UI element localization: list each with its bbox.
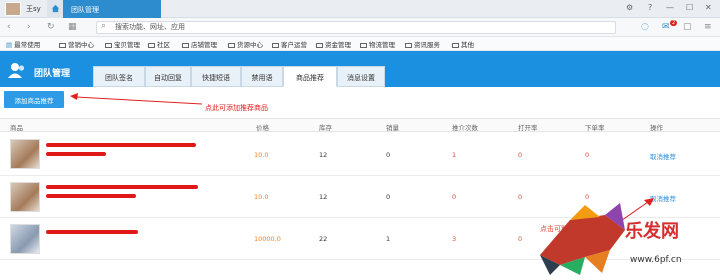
apps-icon[interactable]: ▢ — [683, 22, 692, 32]
tab-team-management[interactable]: 团队管理 — [63, 0, 161, 18]
bookmark-sourcing[interactable]: 货源中心 — [228, 39, 263, 49]
stock: 22 — [319, 235, 328, 243]
help-icon[interactable]: ? — [648, 3, 652, 12]
tab-auto-reply[interactable]: 自动回复 — [145, 66, 191, 87]
search-icon: ⌕ — [101, 21, 107, 31]
price: 10.0 — [254, 193, 269, 201]
folder-icon — [272, 43, 279, 48]
message-badge: 2 — [670, 20, 678, 26]
bookmark-products[interactable]: 宝贝管理 — [105, 39, 140, 49]
folder-icon — [228, 43, 235, 48]
open-rate: 0 — [518, 235, 523, 243]
col-action: 操作 — [650, 124, 663, 132]
redacted-title — [46, 143, 196, 147]
stock: 12 — [319, 193, 328, 201]
col-order-rate: 下单率 — [585, 124, 605, 132]
bookmark-finance[interactable]: 资金管理 — [316, 39, 351, 49]
open-rate: 0 — [518, 193, 523, 201]
tab-quick-phrases[interactable]: 快捷短语 — [191, 66, 241, 87]
table-header: 商品 价格 库存 销量 推介次数 打开率 下单率 操作 — [0, 118, 720, 132]
bookmark-community[interactable]: 社区 — [148, 39, 170, 49]
redacted-title — [46, 230, 138, 234]
bookmarks-bar: ▤ 最常使用 营销中心 宝贝管理 社区 店铺管理 货源中心 客户运营 资金管理 … — [0, 37, 720, 51]
bookmark-news[interactable]: 资讯服务 — [405, 39, 440, 49]
minimize-icon[interactable]: — — [666, 3, 674, 12]
tab-title: 团队管理 — [71, 6, 99, 14]
annotation-arrow — [70, 93, 202, 105]
grid-icon[interactable]: ▦ — [68, 22, 77, 32]
cancel-recommend-link[interactable]: 取消推荐 — [650, 151, 676, 161]
search-placeholder: 搜索功能、网址、应用 — [115, 23, 185, 31]
folder-icon — [182, 43, 189, 48]
bookmark-logistics[interactable]: 物流管理 — [360, 39, 395, 49]
close-icon[interactable]: ✕ — [705, 3, 712, 12]
open-rate: 0 — [518, 151, 523, 159]
col-open-rate: 打开率 — [518, 124, 538, 132]
col-sales: 销量 — [386, 124, 399, 132]
refresh-circle-icon[interactable]: ◌ — [641, 22, 649, 32]
add-hint: 点此可添加推荐商品 — [205, 104, 268, 112]
col-stock: 库存 — [319, 124, 332, 132]
folder-icon — [316, 43, 323, 48]
col-product: 商品 — [10, 124, 23, 132]
browser-titlebar: 王sy 团队管理 ⚙ ? — ☐ ✕ — [0, 0, 720, 18]
watermark-brand: 乐发网 — [625, 221, 679, 242]
watermark-url: www.6pf.cn — [630, 255, 682, 265]
page-title: 团队管理 — [34, 69, 71, 79]
folder-icon — [105, 43, 112, 48]
price: 10000.0 — [254, 235, 281, 243]
tab-product-recommend[interactable]: 商品推荐 — [283, 66, 337, 87]
home-tab[interactable] — [47, 0, 63, 18]
product-thumbnail[interactable] — [10, 139, 40, 169]
bookmark-other[interactable]: 其他 — [452, 39, 474, 49]
recommend-count: 3 — [452, 235, 457, 243]
tab-banned-words[interactable]: 禁用语 — [241, 66, 283, 87]
address-bar: ‹ › ↻ ▦ ⌕ 搜索功能、网址、应用 ◌ ✉ 2 ▢ ≡ — [0, 18, 720, 37]
sales: 0 — [386, 151, 391, 159]
price: 10.0 — [254, 151, 269, 159]
col-price: 价格 — [256, 124, 269, 132]
tab-team-signature[interactable]: 团队签名 — [93, 66, 145, 87]
bookmark-customers[interactable]: 客户运营 — [272, 39, 307, 49]
redacted-title — [46, 194, 136, 198]
redacted-title — [46, 152, 106, 156]
col-recommend-count: 推介次数 — [452, 124, 478, 132]
menu-icon[interactable]: ≡ — [704, 22, 712, 32]
bookmark-store[interactable]: 店铺管理 — [182, 39, 217, 49]
product-thumbnail[interactable] — [10, 182, 40, 212]
add-product-recommend-button[interactable]: 添加商品推荐 — [4, 91, 64, 108]
folder-icon — [360, 43, 367, 48]
sales: 1 — [386, 235, 391, 243]
bookmark-most-used[interactable]: ▤ 最常使用 — [6, 39, 40, 49]
forward-icon[interactable]: › — [27, 22, 31, 32]
back-icon[interactable]: ‹ — [7, 22, 11, 32]
bookmark-marketing[interactable]: 营销中心 — [59, 39, 94, 49]
refresh-icon[interactable]: ↻ — [47, 22, 55, 32]
user-name[interactable]: 王sy — [26, 4, 41, 14]
sales: 0 — [386, 193, 391, 201]
product-thumbnail[interactable] — [10, 224, 40, 254]
tab-message-settings[interactable]: 消息设置 — [337, 66, 385, 87]
avatar[interactable] — [5, 2, 21, 16]
table-row: 10.0 12 0 1 0 0 取消推荐 — [0, 132, 720, 176]
recommend-count: 0 — [452, 193, 457, 201]
redacted-title — [46, 185, 198, 189]
stock: 12 — [319, 151, 328, 159]
watermark: 乐发网 www.6pf.cn — [530, 195, 720, 278]
team-icon — [8, 63, 25, 78]
home-icon — [51, 4, 60, 13]
message-icon[interactable]: ✉ — [662, 22, 670, 32]
folder-icon — [452, 43, 459, 48]
folder-icon — [148, 43, 155, 48]
maximize-icon[interactable]: ☐ — [686, 3, 693, 12]
folder-icon — [405, 43, 412, 48]
recommend-count: 1 — [452, 151, 457, 159]
folder-icon — [59, 43, 66, 48]
settings-icon[interactable]: ⚙ — [626, 3, 633, 12]
order-rate: 0 — [585, 151, 590, 159]
